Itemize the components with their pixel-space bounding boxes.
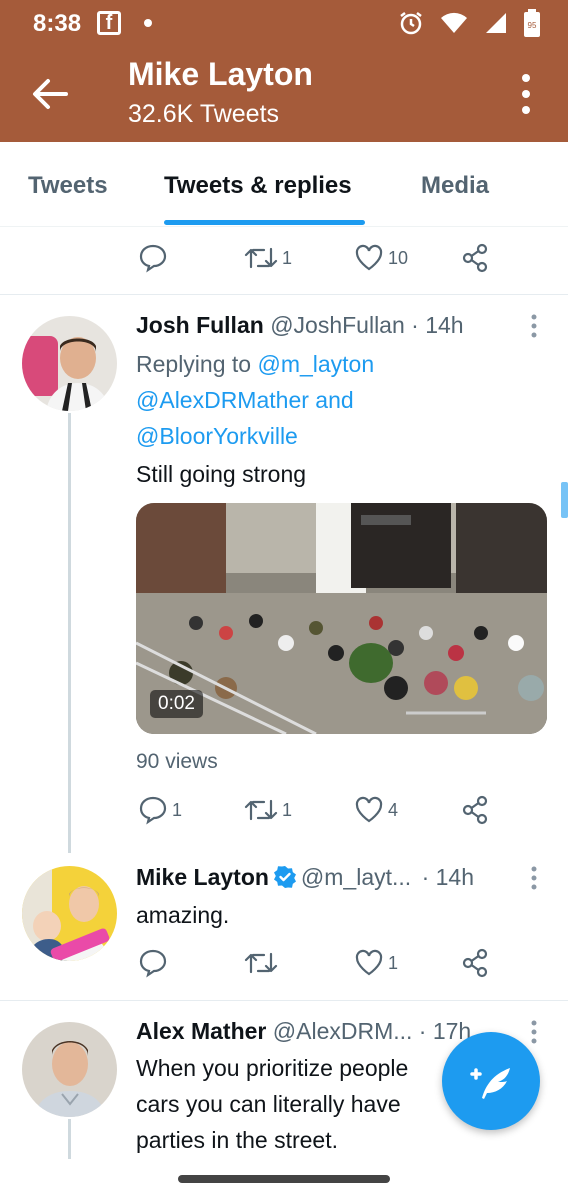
profile-app-bar: Mike Layton 32.6K Tweets — [0, 50, 568, 142]
reply-button[interactable] — [138, 948, 168, 978]
divider — [0, 294, 568, 295]
verified-badge-icon — [273, 866, 296, 888]
tweet-time: · 14h — [411, 312, 464, 338]
replying-to-label: Replying to — [136, 351, 252, 377]
reply-button[interactable]: 1 — [138, 795, 182, 825]
video-duration: 0:02 — [150, 690, 203, 718]
author-handle[interactable]: @JoshFullan — [270, 312, 405, 338]
avatar[interactable] — [22, 316, 117, 411]
retweet-count: 1 — [282, 247, 293, 268]
retweet-icon — [244, 799, 278, 821]
thread-line — [68, 1119, 71, 1159]
tweet-text: Still going strong — [136, 461, 307, 487]
share-button[interactable] — [462, 948, 490, 978]
reply-count: 1 — [172, 799, 183, 820]
video-media[interactable]: 0:02 — [136, 503, 547, 734]
tweet-header: Mike Layton @m_layt... · 14h — [136, 864, 474, 891]
wifi-icon — [441, 12, 467, 33]
reply-icon — [139, 244, 167, 273]
tweet-options-icon[interactable] — [530, 314, 538, 338]
retweet-button[interactable] — [244, 948, 278, 978]
compose-tweet-button[interactable] — [442, 1032, 540, 1130]
alarm-icon — [400, 12, 422, 35]
tweet-text: amazing. — [136, 902, 230, 928]
like-button[interactable]: 10 — [354, 243, 408, 273]
share-button[interactable] — [462, 795, 490, 825]
retweet-button[interactable]: 1 — [244, 795, 292, 825]
tweet-header: Josh Fullan @JoshFullan · 14h — [136, 312, 464, 339]
svg-text:95: 95 — [528, 21, 537, 30]
like-count: 10 — [388, 247, 409, 268]
share-icon — [462, 795, 488, 825]
tweet-header: Alex Mather @AlexDRM... · 17h — [136, 1018, 471, 1045]
tab-tweets-and-replies[interactable]: Tweets & replies — [164, 172, 352, 200]
thread-line — [68, 413, 71, 853]
reply-icon — [139, 796, 167, 825]
compose-feather-icon — [470, 1068, 510, 1099]
heart-icon — [355, 949, 383, 976]
author-handle[interactable]: @m_layt... — [301, 864, 411, 890]
facebook-icon: f — [97, 11, 121, 35]
status-bar: 8:38 f 95 — [0, 0, 568, 50]
retweet-count: 1 — [282, 799, 293, 820]
avatar[interactable] — [22, 1022, 117, 1117]
like-button[interactable]: 4 — [354, 795, 398, 825]
reply-button[interactable] — [138, 243, 168, 273]
tweet-count: 32.6K Tweets — [128, 100, 280, 128]
more-options-icon[interactable] — [518, 72, 534, 116]
avatar[interactable] — [22, 866, 117, 961]
divider — [0, 1000, 568, 1001]
and-others-link[interactable]: and — [315, 387, 353, 413]
gesture-nav-handle[interactable] — [178, 1175, 390, 1183]
author-handle[interactable]: @AlexDRM... — [273, 1018, 413, 1044]
tab-media[interactable]: Media — [421, 172, 489, 200]
mention-link[interactable]: @AlexDRMather — [136, 387, 309, 413]
active-tab-indicator — [164, 220, 365, 225]
mention-link[interactable]: @BloorYorkville — [136, 423, 298, 449]
like-count: 1 — [388, 952, 399, 973]
author-name[interactable]: Alex Mather — [136, 1018, 266, 1044]
share-icon — [462, 948, 488, 978]
mention-link[interactable]: @m_layton — [257, 351, 374, 377]
share-icon — [462, 243, 488, 273]
author-name[interactable]: Josh Fullan — [136, 312, 264, 338]
profile-tabs: Tweets Tweets & replies Media — [0, 142, 568, 227]
share-button[interactable] — [462, 243, 490, 273]
replying-to: Replying to @m_layton @AlexDRMather and … — [136, 346, 436, 454]
heart-icon — [355, 796, 383, 823]
like-button[interactable]: 1 — [354, 948, 398, 978]
notification-dot-icon — [144, 19, 152, 27]
heart-icon — [355, 244, 383, 271]
signal-icon — [486, 13, 506, 33]
back-arrow-icon[interactable] — [30, 74, 70, 114]
tab-tweets[interactable]: Tweets — [28, 172, 108, 200]
profile-name: Mike Layton — [128, 56, 313, 92]
status-icons: 95 — [398, 9, 540, 37]
scrollbar-thumb[interactable] — [561, 482, 568, 518]
view-count: 90 views — [136, 750, 218, 773]
retweet-icon — [244, 952, 278, 974]
retweet-icon — [244, 247, 278, 269]
battery-icon: 95 — [524, 9, 540, 37]
author-name[interactable]: Mike Layton — [136, 864, 269, 890]
like-count: 4 — [388, 799, 399, 820]
retweet-button[interactable]: 1 — [244, 243, 292, 273]
tweet-options-icon[interactable] — [530, 866, 538, 890]
tweet-time: · 14h — [421, 864, 475, 890]
reply-icon — [139, 949, 167, 978]
status-time: 8:38 — [33, 10, 82, 37]
